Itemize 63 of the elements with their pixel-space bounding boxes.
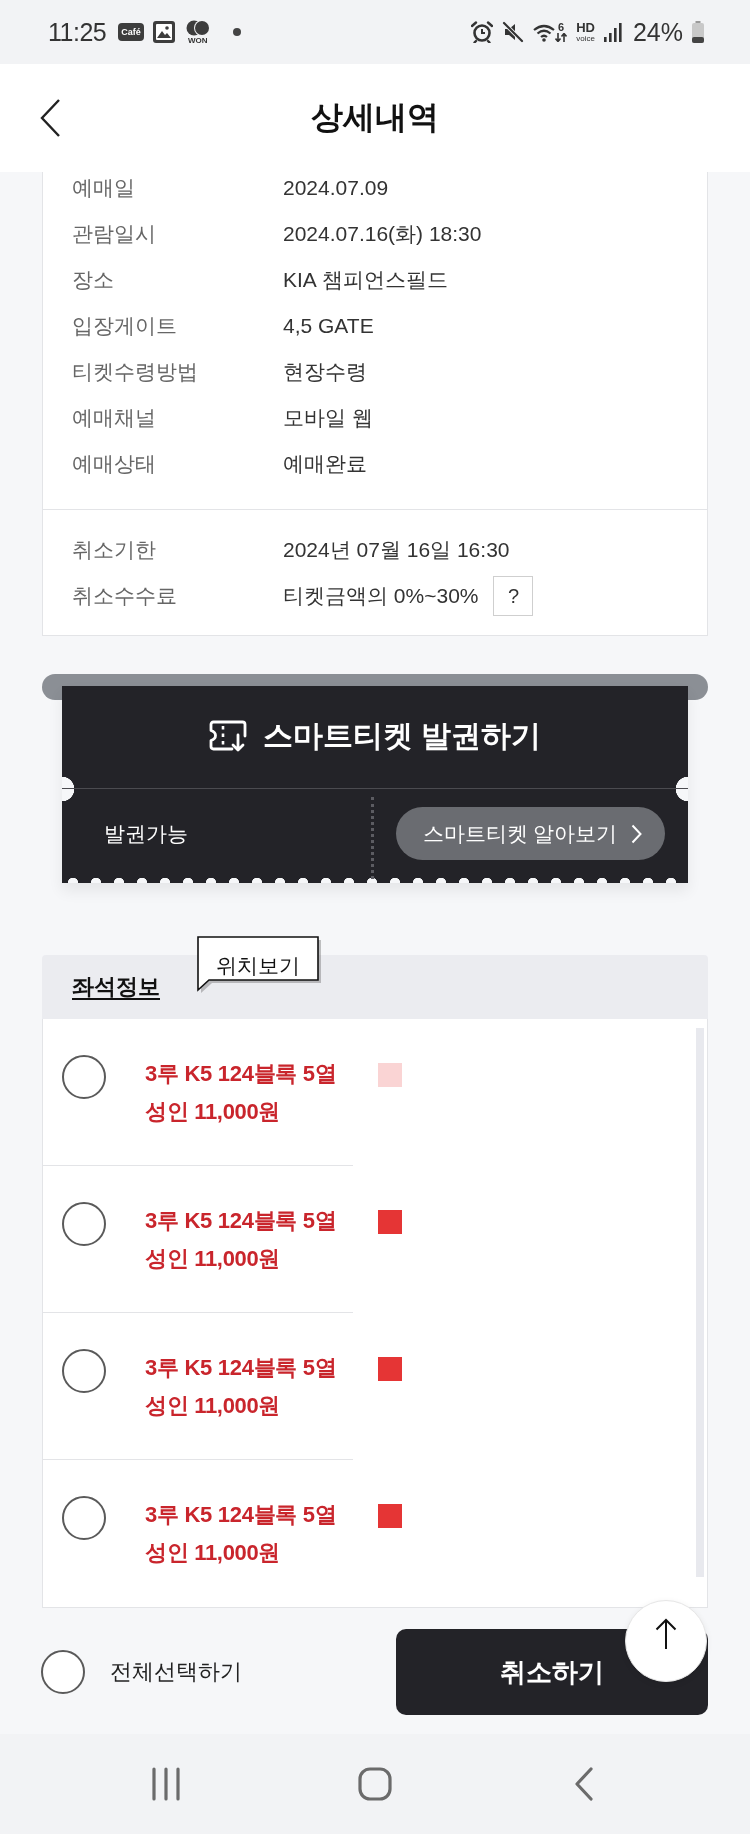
- back-icon[interactable]: [573, 1767, 594, 1801]
- select-all-radio[interactable]: [41, 1650, 85, 1694]
- select-all-label[interactable]: 전체선택하기: [110, 1657, 242, 1687]
- field-label: 취소기한: [72, 537, 157, 563]
- back-button[interactable]: [39, 98, 61, 138]
- seat-location: 3루 K5 124블록 5열: [145, 1354, 337, 1382]
- notification-label: WON: [187, 36, 208, 45]
- hd-label: HD: [576, 21, 595, 34]
- dot-icon: [232, 28, 241, 36]
- seat-radio[interactable]: [62, 1349, 106, 1393]
- back-icon: [39, 98, 61, 138]
- field-value: KIA 챔피언스필드: [283, 267, 448, 293]
- field-value: 2024년 07월 16일 16:30: [283, 537, 510, 563]
- seat-location: 3루 K5 124블록 5열: [145, 1501, 337, 1529]
- section-title: 좌석정보: [72, 973, 160, 1001]
- page-title: 상세내역: [310, 98, 440, 137]
- image-icon: [152, 21, 175, 43]
- field-label: 관람일시: [72, 221, 157, 247]
- field-label: 장소: [72, 267, 115, 293]
- chevron-right-icon: [631, 823, 643, 844]
- field-value: 2024.07.16(화) 18:30: [283, 221, 482, 247]
- issue-ticket-button[interactable]: 스마트티켓 발권하기: [62, 686, 688, 789]
- ticket-status: 발권가능: [104, 821, 188, 847]
- seat-radio[interactable]: [62, 1202, 106, 1246]
- seat-location: 3루 K5 124블록 5열: [145, 1207, 337, 1235]
- seat-price: 성인 11,000원: [145, 1245, 282, 1273]
- recent-apps-icon[interactable]: [151, 1767, 182, 1801]
- guide-button[interactable]: 스마트티켓 알아보기: [396, 807, 665, 860]
- seat-price: 성인 11,000원: [145, 1098, 282, 1126]
- seat-radio[interactable]: [62, 1055, 106, 1099]
- alarm-icon: [471, 21, 494, 43]
- wifi-icon: [533, 24, 556, 42]
- field-value: 모바일 웹: [283, 405, 373, 431]
- coins-icon: [185, 19, 210, 36]
- field-value: 2024.07.09: [283, 176, 389, 200]
- field-label: 입장게이트: [72, 313, 178, 339]
- seat-price: 성인 11,000원: [145, 1539, 282, 1567]
- help-button[interactable]: ?: [493, 576, 534, 616]
- field-label: 예매일: [72, 175, 136, 201]
- seat-radio[interactable]: [62, 1496, 106, 1540]
- field-value: 티켓금액의 0%~30%: [283, 583, 479, 609]
- data-arrows-icon: [555, 33, 568, 42]
- battery-icon: [692, 21, 704, 43]
- signal-icon: [603, 22, 622, 42]
- field-value: 예매완료: [283, 451, 367, 477]
- mute-icon: [502, 21, 525, 43]
- field-value: 현장수령: [283, 359, 367, 385]
- voice-label: voice: [576, 33, 595, 43]
- field-label: 예매채널: [72, 405, 157, 431]
- field-label: 티켓수령방법: [72, 359, 199, 385]
- wifi-standard-label: 6: [558, 22, 565, 33]
- field-value: 4,5 GATE: [283, 314, 374, 338]
- battery-percent: 24%: [632, 17, 683, 47]
- notification-badge: Café: [118, 23, 144, 41]
- field-label: 취소수수료: [72, 583, 178, 609]
- field-label: 예매상태: [72, 451, 157, 477]
- status-time: 11:25: [48, 17, 107, 47]
- view-location-tooltip[interactable]: 위치보기: [197, 936, 322, 994]
- home-icon[interactable]: [358, 1767, 392, 1801]
- seat-location: 3루 K5 124블록 5열: [145, 1060, 337, 1088]
- seat-price: 성인 11,000원: [145, 1392, 282, 1420]
- ticket-icon: [208, 720, 247, 752]
- arrow-up-icon: [655, 1618, 677, 1650]
